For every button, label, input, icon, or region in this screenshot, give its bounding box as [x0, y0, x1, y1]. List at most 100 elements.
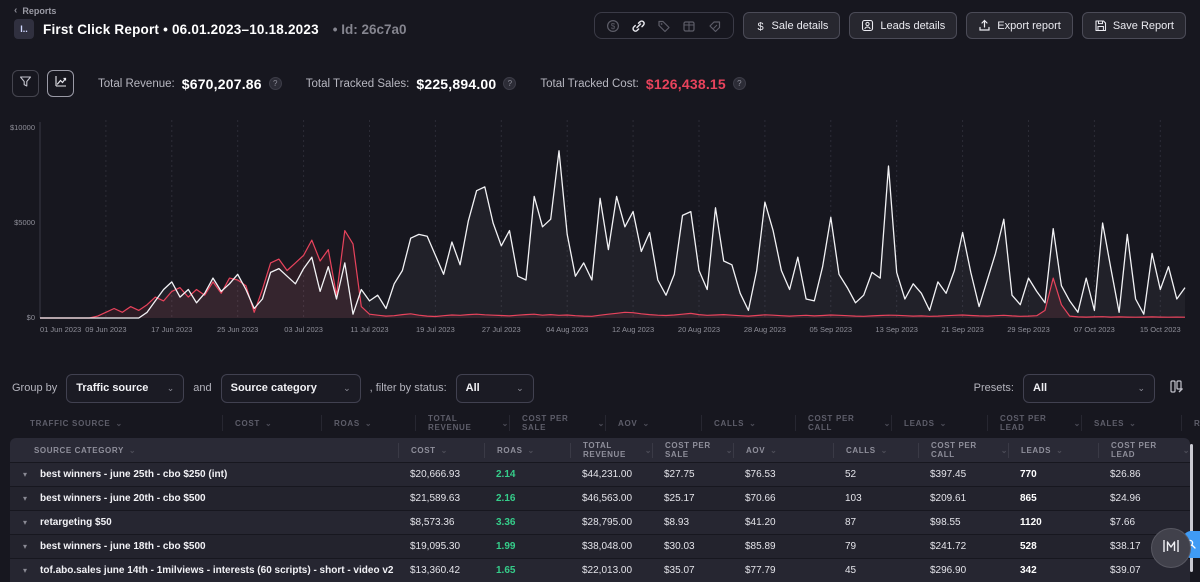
table-row[interactable]: ▾tof.abo.sales june 14th - 1milviews - i… — [10, 559, 1190, 582]
stat-total-revenue: Total Revenue: $670,207.86 ? — [98, 76, 282, 92]
x-axis-tick-label: 04 Aug 2023 — [546, 325, 588, 334]
page-title: First Click Report • 06.01.2023–10.18.20… — [43, 22, 319, 37]
chart-toggle-button[interactable] — [47, 70, 74, 97]
filter-bar: Group by Traffic source ⌄ and Source cat… — [0, 372, 1200, 404]
column-cost-per-sale[interactable]: COST PER SALE⌄ — [652, 443, 733, 458]
column-aov[interactable]: AOV⌄ — [733, 443, 833, 458]
expand-icon[interactable]: ▾ — [23, 470, 27, 479]
outer-column-traffic-source[interactable]: TRAFFIC SOURCE⌄ — [30, 415, 222, 431]
sort-icon[interactable]: ⌄ — [1129, 419, 1136, 428]
column-source-category[interactable]: SOURCE CATEGORY⌄ — [10, 443, 398, 458]
customize-columns-button[interactable] — [1164, 376, 1188, 400]
status-filter-label: , filter by status: — [370, 382, 447, 394]
outer-column-aov[interactable]: AOV⌄ — [605, 415, 701, 431]
group-by-2-value: Source category — [231, 382, 317, 394]
cell-leads: 1120 — [1008, 517, 1098, 528]
save-report-button[interactable]: Save Report — [1082, 12, 1186, 39]
sort-icon[interactable]: ⌄ — [598, 419, 605, 428]
stat-value: $126,438.15 — [646, 76, 726, 92]
sort-icon[interactable]: ⌄ — [115, 419, 122, 428]
sort-icon[interactable]: ⌄ — [1001, 446, 1008, 455]
column-cost[interactable]: COST⌄ — [398, 443, 484, 458]
expand-icon[interactable]: ▾ — [23, 494, 27, 503]
help-icon[interactable]: ? — [503, 77, 516, 90]
cell-calls: 103 — [833, 493, 918, 504]
help-icon[interactable]: ? — [733, 77, 746, 90]
sort-icon[interactable]: ⌄ — [940, 419, 947, 428]
outer-column-roas[interactable]: ROAS⌄ — [321, 415, 415, 431]
sort-icon[interactable]: ⌄ — [881, 446, 888, 455]
breadcrumb[interactable]: ‹ Reports — [14, 5, 407, 16]
x-axis-tick-label: 13 Sep 2023 — [875, 325, 918, 334]
outer-column-total-revenue[interactable]: TOTAL REVENUE⌄ — [415, 415, 509, 431]
sort-icon[interactable]: ⌄ — [265, 419, 272, 428]
calendar-icon[interactable] — [682, 19, 696, 33]
sort-icon[interactable]: ⌄ — [441, 446, 448, 455]
sort-icon[interactable]: ⌄ — [1074, 419, 1081, 428]
cell-total-revenue: $38,048.00 — [570, 541, 652, 552]
table-row[interactable]: ▾best winners - june 20th - cbo $500$21,… — [10, 487, 1190, 510]
sort-icon[interactable]: ⌄ — [749, 419, 756, 428]
expand-icon[interactable]: ▾ — [23, 518, 27, 527]
revenue-cost-chart[interactable]: 01 Jun 202309 Jun 202317 Jun 202325 Jun … — [0, 108, 1200, 340]
sort-icon[interactable]: ⌄ — [129, 446, 136, 455]
sort-icon[interactable]: ⌄ — [642, 419, 649, 428]
group-by-2-select[interactable]: Source category ⌄ — [221, 374, 361, 403]
sale-details-button[interactable]: $ Sale details — [743, 12, 841, 39]
outer-column-cost-per-sale[interactable]: COST PER SALE⌄ — [509, 415, 605, 431]
cell-roas: 2.14 — [484, 469, 570, 480]
group-by-select[interactable]: Traffic source ⌄ — [66, 374, 184, 403]
sort-icon[interactable]: ⌄ — [365, 419, 372, 428]
outer-column-sales[interactable]: SALES⌄ — [1081, 415, 1181, 431]
outer-column-leads[interactable]: LEADS⌄ — [891, 415, 987, 431]
expand-icon[interactable]: ▾ — [23, 566, 27, 575]
chevron-down-icon: ⌄ — [1137, 383, 1145, 394]
stat-total-tracked-cost: Total Tracked Cost: $126,438.15 ? — [540, 76, 746, 92]
stats-bar: Total Revenue: $670,207.86 ? Total Track… — [12, 70, 746, 97]
sort-icon[interactable]: ⌄ — [884, 419, 891, 428]
outer-column-cost-per-call[interactable]: COST PER CALL⌄ — [795, 415, 891, 431]
x-axis-tick-label: 21 Sep 2023 — [941, 325, 984, 334]
expand-icon[interactable]: ▾ — [23, 542, 27, 551]
link-icon[interactable] — [631, 19, 646, 33]
outer-column-cost-per-lead[interactable]: COST PER LEAD⌄ — [987, 415, 1081, 431]
back-icon[interactable]: ‹ — [14, 5, 17, 16]
status-select[interactable]: All ⌄ — [456, 374, 534, 403]
column-calls[interactable]: CALLS⌄ — [833, 443, 918, 458]
presets-select[interactable]: All ⌄ — [1023, 374, 1155, 403]
tag-icon[interactable] — [657, 19, 671, 33]
table-body: ▾best winners - june 25th - cbo $250 (in… — [10, 463, 1190, 582]
cell-aov: $77.79 — [733, 565, 833, 576]
sort-icon[interactable]: ⌄ — [502, 419, 509, 428]
outer-column-calls[interactable]: CALLS⌄ — [701, 415, 795, 431]
money-icon[interactable]: $ — [606, 19, 620, 33]
outer-column-re[interactable]: RE⌄ — [1181, 415, 1200, 431]
status-value: All — [466, 382, 480, 394]
table-row[interactable]: ▾best winners - june 18th - cbo $500$19,… — [10, 535, 1190, 558]
column-roas[interactable]: ROAS⌄ — [484, 443, 570, 458]
sort-icon[interactable]: ⌄ — [726, 446, 733, 455]
leads-details-button[interactable]: Leads details — [849, 12, 957, 39]
discount-icon[interactable] — [707, 19, 722, 33]
column-cost-per-call[interactable]: COST PER CALL⌄ — [918, 443, 1008, 458]
x-axis-tick-label: 27 Jul 2023 — [482, 325, 521, 334]
export-report-button[interactable]: Export report — [966, 12, 1073, 39]
assistant-widget-button[interactable] — [1151, 528, 1191, 568]
sort-icon[interactable]: ⌄ — [1056, 446, 1063, 455]
outer-column-cost[interactable]: COST⌄ — [222, 415, 321, 431]
sort-icon[interactable]: ⌄ — [770, 446, 777, 455]
sort-icon[interactable]: ⌄ — [528, 446, 535, 455]
filter-button[interactable] — [12, 70, 39, 97]
table-row[interactable]: ▾retargeting $50$8,573.363.36$28,795.00$… — [10, 511, 1190, 534]
sort-icon[interactable]: ⌄ — [645, 446, 652, 455]
table-row[interactable]: ▾best winners - june 25th - cbo $250 (in… — [10, 463, 1190, 486]
column-cost-per-lead[interactable]: COST PER LEAD⌄ — [1098, 443, 1190, 458]
x-axis-tick-label: 17 Jun 2023 — [151, 325, 192, 334]
help-icon[interactable]: ? — [269, 77, 282, 90]
sort-icon[interactable]: ⌄ — [1183, 446, 1190, 455]
column-leads[interactable]: LEADS⌄ — [1008, 443, 1098, 458]
stat-label: Total Revenue: — [98, 78, 175, 90]
column-total-revenue[interactable]: TOTAL REVENUE⌄ — [570, 443, 652, 458]
breadcrumb-label[interactable]: Reports — [22, 6, 56, 16]
stat-label: Total Tracked Sales: — [306, 78, 410, 90]
